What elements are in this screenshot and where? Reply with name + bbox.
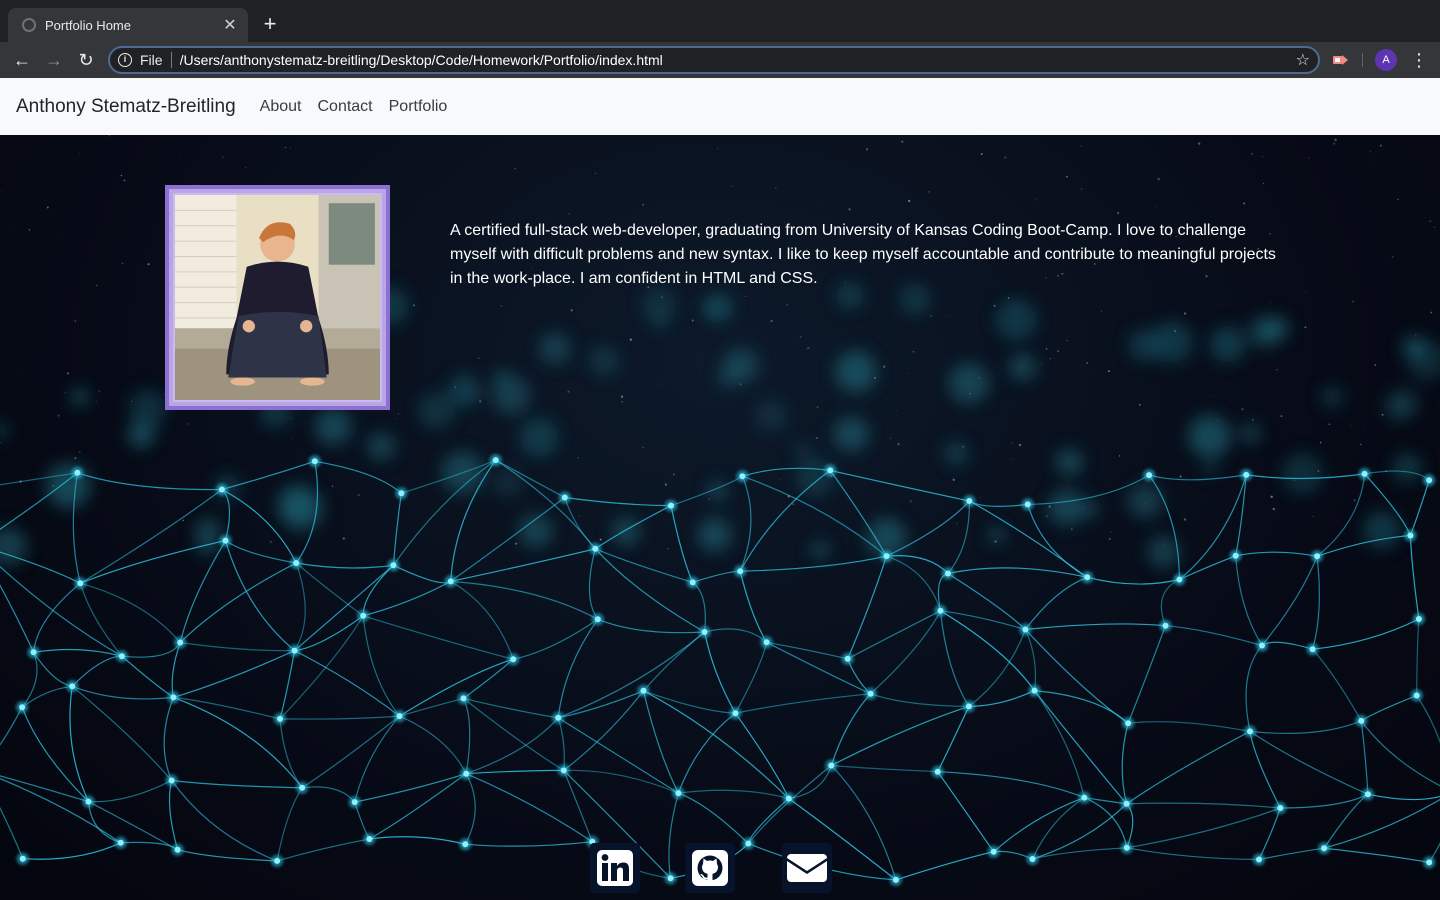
browser-tab[interactable]: Portfolio Home ✕ (8, 8, 248, 42)
linkedin-link[interactable] (590, 843, 640, 893)
github-link[interactable] (685, 843, 735, 893)
profile-photo-frame (165, 185, 390, 410)
hero-section: A certified full-stack web-developer, gr… (0, 135, 1440, 900)
nav-link-about[interactable]: About (260, 98, 302, 116)
url-text[interactable]: /Users/anthonystematz-breitling/Desktop/… (180, 52, 1296, 68)
bio-paragraph: A certified full-stack web-developer, gr… (450, 222, 1276, 287)
reload-icon[interactable]: ↻ (74, 48, 98, 72)
omnibox-separator (170, 52, 172, 68)
profile-avatar[interactable]: A (1375, 49, 1397, 71)
bookmark-star-icon[interactable]: ☆ (1296, 50, 1310, 70)
info-icon[interactable]: i (118, 53, 132, 67)
back-icon[interactable]: ← (10, 48, 34, 72)
email-icon (787, 854, 827, 882)
nav-link-contact[interactable]: Contact (317, 98, 372, 116)
email-link[interactable] (782, 843, 832, 893)
browser-tabstrip: Portfolio Home ✕ + (0, 0, 1440, 42)
browser-toolbar: ← → ↻ i File /Users/anthonystematz-breit… (0, 42, 1440, 78)
page-viewport: Anthony Stematz-Breitling About Contact … (0, 78, 1440, 900)
close-tab-icon[interactable]: ✕ (222, 15, 238, 35)
nav-link-portfolio[interactable]: Portfolio (389, 98, 448, 116)
forward-icon[interactable]: → (42, 48, 66, 72)
navbar-brand[interactable]: Anthony Stematz-Breitling (16, 96, 236, 118)
github-icon (692, 850, 728, 886)
address-bar[interactable]: i File /Users/anthonystematz-breitling/D… (108, 46, 1320, 74)
file-scheme-label: File (140, 52, 163, 68)
extension-icon[interactable] (1331, 51, 1349, 69)
linkedin-icon (597, 850, 633, 886)
site-navbar: Anthony Stematz-Breitling About Contact … (0, 78, 1440, 135)
globe-icon (22, 18, 36, 32)
kebab-menu-icon[interactable]: ⋮ (1410, 48, 1428, 72)
tab-title: Portfolio Home (45, 17, 131, 33)
new-tab-button[interactable]: + (259, 12, 281, 36)
toolbar-divider (1362, 53, 1363, 67)
profile-photo (173, 193, 382, 402)
